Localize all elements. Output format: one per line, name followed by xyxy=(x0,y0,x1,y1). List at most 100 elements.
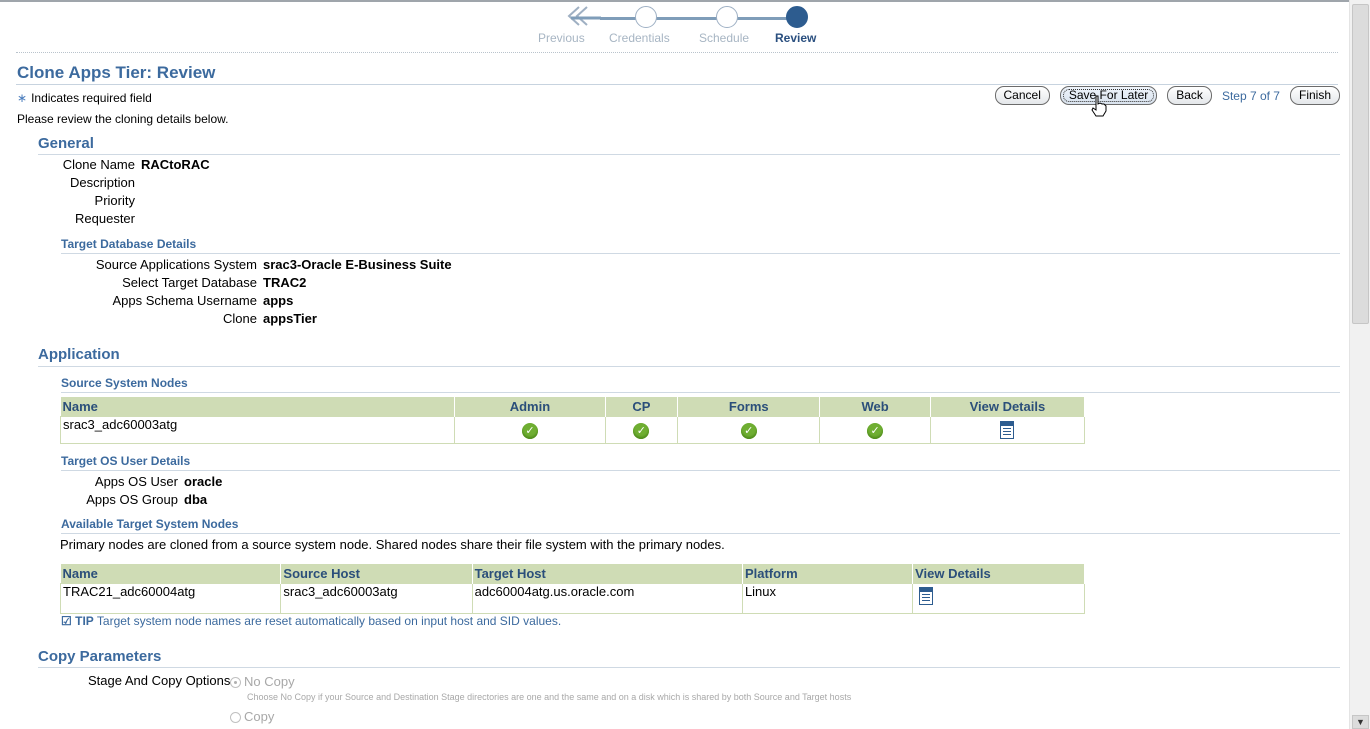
column-header-platform[interactable]: Platform xyxy=(742,564,914,584)
column-header-source-host[interactable]: Source Host xyxy=(280,564,473,584)
column-header-forms: Forms xyxy=(677,397,821,417)
column-header-view-details: View Details xyxy=(930,397,1086,417)
column-header-target-host[interactable]: Target Host xyxy=(472,564,743,584)
train-label-review: Review xyxy=(775,31,817,45)
radio-button[interactable] xyxy=(230,677,241,689)
source-nodes-table: Name Admin CP Forms Web View Details sra… xyxy=(59,397,1086,444)
hand-cursor-icon xyxy=(1091,95,1107,117)
field-label: Clone Name xyxy=(62,157,135,172)
cell-view-details xyxy=(929,416,1086,444)
table-row: srac3_adc60003atg ✓ ✓ ✓ ✓ xyxy=(59,416,1086,444)
divider xyxy=(38,366,1340,367)
train-step-credentials[interactable] xyxy=(635,6,657,28)
train-step-schedule[interactable] xyxy=(716,6,738,28)
field-label: Requester xyxy=(75,211,135,226)
train-label-credentials[interactable]: Credentials xyxy=(609,31,670,45)
subsection-heading-source-nodes: Source System Nodes xyxy=(61,376,188,390)
field-label: Priority xyxy=(94,193,135,208)
cell-forms: ✓ xyxy=(677,416,821,444)
cell-cp: ✓ xyxy=(604,416,679,444)
previous-arrow-icon[interactable] xyxy=(565,4,601,30)
tip-text: Target system node names are reset autom… xyxy=(96,614,562,628)
radio-label: Copy xyxy=(244,709,275,724)
field-value: apps xyxy=(263,293,294,308)
train-track xyxy=(600,17,800,20)
column-header-name[interactable]: Name xyxy=(60,397,456,417)
cell-admin: ✓ xyxy=(454,416,606,444)
page-title: Clone Apps Tier: Review xyxy=(17,63,216,82)
divider xyxy=(61,470,1340,471)
field-label: Description xyxy=(69,175,135,190)
column-header-cp: CP xyxy=(605,397,679,417)
back-button[interactable]: Back xyxy=(1167,86,1212,105)
column-header-view-details: View Details xyxy=(912,564,1085,584)
field-label: Source Applications System xyxy=(95,257,257,272)
cell-web: ✓ xyxy=(819,416,931,444)
subsection-heading-target-nodes: Available Target System Nodes xyxy=(61,517,239,531)
radio-button[interactable] xyxy=(230,712,241,724)
view-details-icon[interactable] xyxy=(919,587,934,605)
field-value: srac3-Oracle E-Business Suite xyxy=(263,257,452,272)
cell-node-name: srac3_adc60003atg xyxy=(59,416,456,444)
cell-source-host: srac3_adc60003atg xyxy=(280,583,473,614)
check-icon: ✓ xyxy=(867,422,884,439)
divider xyxy=(61,253,1340,254)
finish-button[interactable]: Finish xyxy=(1289,86,1340,105)
target-nodes-table: Name Source Host Target Host Platform Vi… xyxy=(59,564,1085,614)
field-priority: Priority xyxy=(60,193,141,208)
check-icon: ✓ xyxy=(740,422,757,439)
train-label-previous[interactable]: Previous xyxy=(538,31,585,45)
divider xyxy=(16,84,1338,85)
column-header-admin: Admin xyxy=(454,397,606,417)
required-note-text: Indicates required field xyxy=(31,91,152,105)
button-bar: Cancel Save For Later Back Step 7 of 7 F… xyxy=(994,86,1340,105)
required-field-note: ∗ Indicates required field xyxy=(17,91,152,105)
target-nodes-description: Primary nodes are cloned from a source s… xyxy=(60,537,725,552)
check-icon: ✓ xyxy=(521,422,538,439)
divider xyxy=(38,667,1340,668)
radio-no-copy[interactable]: No Copy xyxy=(230,674,295,689)
scroll-down-arrow-icon[interactable]: ▼ xyxy=(1352,715,1369,729)
scrollbar-thumb[interactable] xyxy=(1352,4,1369,324)
vertical-scrollbar[interactable]: ▼ xyxy=(1349,0,1370,729)
train-step-review xyxy=(786,6,808,28)
field-clone: Clone appsTier xyxy=(60,311,317,326)
check-icon: ✓ xyxy=(633,422,650,439)
divider xyxy=(16,52,1338,53)
view-details-icon[interactable] xyxy=(1000,421,1015,439)
radio-label: No Copy xyxy=(244,674,295,689)
field-value: oracle xyxy=(184,474,223,489)
field-requester: Requester xyxy=(60,211,141,226)
field-description: Description xyxy=(60,175,141,190)
divider xyxy=(61,392,1340,393)
subsection-heading-os-user: Target OS User Details xyxy=(61,454,191,468)
field-value: RACtoRAC xyxy=(141,157,210,172)
field-apps-os-group: Apps OS Group dba xyxy=(60,492,207,507)
step-indicator: Step 7 of 7 xyxy=(1221,88,1280,103)
field-label: Apps OS User xyxy=(94,474,178,489)
section-heading-general: General xyxy=(38,135,94,152)
field-label: Apps Schema Username xyxy=(112,293,257,308)
column-header-name[interactable]: Name xyxy=(60,564,282,584)
field-apps-os-user: Apps OS User oracle xyxy=(60,474,222,489)
field-value: dba xyxy=(184,492,208,507)
cell-view-details xyxy=(912,583,1085,614)
radio-copy[interactable]: Copy xyxy=(230,709,274,724)
train-label-schedule[interactable]: Schedule xyxy=(699,31,749,45)
field-label: Select Target Database xyxy=(122,275,257,290)
divider xyxy=(61,533,1340,534)
section-heading-application: Application xyxy=(38,346,120,363)
cell-target-host: adc60004atg.us.oracle.com xyxy=(471,583,743,614)
subsection-heading-target-db: Target Database Details xyxy=(61,237,197,251)
field-stage-copy-options-label: Stage And Copy Options xyxy=(88,673,231,688)
required-star-icon: ∗ xyxy=(17,91,28,105)
save-for-later-button[interactable]: Save For Later xyxy=(1059,86,1158,105)
cancel-button[interactable]: Cancel xyxy=(994,86,1050,105)
cell-node-name: TRAC21_adc60004atg xyxy=(59,583,282,614)
tip-check-icon: ☑ xyxy=(61,614,72,628)
field-clone-name: Clone Name RACtoRAC xyxy=(60,157,210,172)
field-label: Clone xyxy=(223,311,257,326)
field-select-target-db: Select Target Database TRAC2 xyxy=(60,275,306,290)
cell-platform: Linux xyxy=(741,583,914,614)
tip-label: TIP xyxy=(75,614,94,628)
